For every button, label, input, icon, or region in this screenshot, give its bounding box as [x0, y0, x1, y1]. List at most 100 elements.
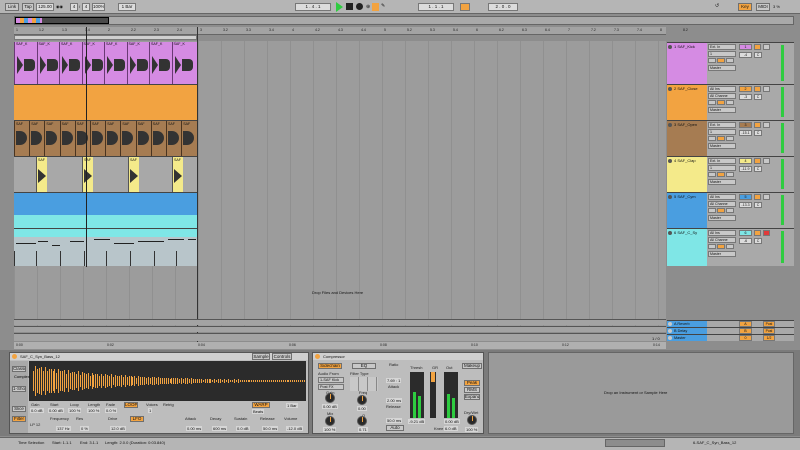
release-comp-value[interactable]: 50.0 ms: [386, 418, 403, 423]
monitor-switch[interactable]: [708, 244, 716, 249]
openhat-clip-area[interactable]: SAF SAF SAF SAF SAF SAF SAF SAF SAF SAF SAF SAF: [14, 120, 197, 156]
sc-q-knob[interactable]: [357, 416, 367, 426]
return-post[interactable]: 1/2: [763, 335, 775, 341]
kick-clip-area[interactable]: SAF_K SAF_K SAF_K SAF_K SAF_K SAF_K SAF_K SAF_K: [14, 42, 197, 84]
filter-toggle[interactable]: Filter: [12, 416, 26, 422]
arm-button[interactable]: [763, 230, 770, 236]
track-header[interactable]: 3 SAF_Open: [667, 120, 707, 156]
monitor-switch[interactable]: [717, 58, 725, 63]
link-button[interactable]: Link: [5, 3, 19, 11]
io-select-input[interactable]: All Ins: [708, 86, 736, 92]
monitor-switch[interactable]: [726, 100, 734, 105]
cymbal-clip[interactable]: [14, 192, 197, 228]
slice-button[interactable]: Slice: [12, 406, 26, 412]
volume-field[interactable]: -11.9: [739, 166, 752, 172]
arm-button[interactable]: [763, 194, 770, 200]
monitor-switch[interactable]: [726, 58, 734, 63]
sidechain-eq-button[interactable]: EQ: [352, 363, 376, 369]
attack-comp-value[interactable]: 2.00 ms: [386, 398, 403, 403]
overview-strip[interactable]: [14, 16, 794, 25]
drive-value[interactable]: 12.0 dB: [110, 426, 126, 431]
track-fold-icon[interactable]: [668, 195, 672, 199]
warp-beats[interactable]: Beats: [252, 409, 265, 414]
volume-field[interactable]: -3: [739, 94, 752, 100]
openhat-clip[interactable]: SAF: [14, 121, 29, 156]
openhat-clip[interactable]: SAF: [90, 121, 105, 156]
monitor-switch[interactable]: [708, 100, 716, 105]
length-value[interactable]: 100 %: [87, 408, 101, 413]
time-ruler[interactable]: 0:00 0:02 0:04 0:06 0:08 0:10 0:12 0:14: [14, 342, 666, 349]
return-fold-icon[interactable]: [668, 329, 672, 333]
follow-icon[interactable]: ↺: [715, 3, 719, 9]
freq-value[interactable]: 137 Hz: [56, 426, 71, 431]
io-page[interactable]: 1 / 0: [652, 336, 660, 341]
decay-value[interactable]: 600 ms: [212, 426, 228, 431]
arm-button[interactable]: [763, 44, 770, 50]
automation-arm-icon[interactable]: [372, 3, 379, 11]
play-icon[interactable]: [336, 2, 343, 12]
synth-clip[interactable]: [14, 228, 197, 266]
monitor-switch[interactable]: [708, 136, 716, 141]
track-number[interactable]: 2: [739, 86, 752, 92]
clap-clip[interactable]: SAF: [36, 157, 47, 192]
track-header[interactable]: 5 SAF_Cym: [667, 192, 707, 228]
expand-button[interactable]: Expand: [464, 394, 480, 400]
solo-button[interactable]: [754, 86, 761, 92]
sc-freq-value[interactable]: 0.00: [357, 406, 367, 411]
voices-value[interactable]: 1: [148, 408, 153, 413]
pan-field[interactable]: C: [754, 202, 762, 208]
openhat-clip[interactable]: SAF: [29, 121, 44, 156]
fade-value[interactable]: 0.0 %: [105, 408, 118, 413]
kick-clip[interactable]: SAF_K: [14, 42, 36, 84]
io-select-out[interactable]: Master: [708, 251, 736, 257]
overdub-icon[interactable]: ⊕: [366, 4, 370, 10]
tempo-field[interactable]: 125.00: [36, 3, 54, 11]
track-fold-icon[interactable]: [668, 45, 672, 49]
monitor-switch[interactable]: [708, 208, 716, 213]
monitor-switch[interactable]: [726, 172, 734, 177]
loop-start-field[interactable]: 1 . 1 . 1: [418, 3, 454, 11]
auto-release-button[interactable]: Auto: [386, 425, 404, 431]
draw-icon[interactable]: ✎: [381, 3, 385, 9]
loop-length-field[interactable]: 2 . 0 . 0: [488, 3, 518, 11]
monitor-switch[interactable]: [717, 172, 725, 177]
classic-mode-button[interactable]: Classic: [12, 366, 26, 372]
return-number[interactable]: 0: [739, 335, 752, 341]
rms-button[interactable]: RMS: [464, 387, 480, 393]
zoom-field[interactable]: 100%: [92, 3, 105, 11]
filter-lp[interactable]: LP 12: [30, 422, 40, 427]
io-select-out[interactable]: Master: [708, 215, 736, 221]
openhat-clip[interactable]: SAF: [135, 121, 151, 156]
waveform-display[interactable]: [29, 361, 306, 401]
kick-clip[interactable]: SAF_K: [36, 42, 59, 84]
monitor-switch[interactable]: [726, 136, 734, 141]
monitor-switch[interactable]: [717, 100, 725, 105]
sc-gain-value[interactable]: 0.00 dB: [322, 404, 338, 409]
monitor-switch[interactable]: [717, 244, 725, 249]
mini-overview[interactable]: [605, 439, 665, 447]
volume-field[interactable]: -6: [739, 238, 752, 244]
io-select-input[interactable]: All Ins: [708, 230, 736, 236]
io-select-out[interactable]: Master: [708, 65, 736, 71]
clap-clip[interactable]: SAF: [82, 157, 93, 192]
monitor-switch[interactable]: [708, 58, 716, 63]
io-select-input[interactable]: Ext. In: [708, 44, 736, 50]
stop-icon[interactable]: [346, 3, 353, 10]
kick-clip[interactable]: SAF_K: [59, 42, 81, 84]
volume-field[interactable]: -15.1: [739, 130, 752, 136]
sidechain-button[interactable]: Sidechain: [318, 363, 342, 369]
kick-clip[interactable]: SAF_K: [149, 42, 171, 84]
track-fold-icon[interactable]: [668, 87, 672, 91]
solo-button[interactable]: [754, 158, 761, 164]
metronome-icon[interactable]: ◉◉: [56, 4, 63, 9]
tap-button[interactable]: Tap: [22, 3, 34, 11]
track-number[interactable]: 6: [739, 230, 752, 236]
song-position-field[interactable]: 1 . 4 . 1: [295, 3, 331, 11]
clap-clip[interactable]: SAF: [172, 157, 183, 192]
track-number[interactable]: 3: [739, 122, 752, 128]
openhat-clip[interactable]: SAF: [166, 121, 181, 156]
io-select-channel[interactable]: All Channe: [708, 237, 736, 243]
volume-field[interactable]: -13.3: [739, 202, 752, 208]
loop-value[interactable]: 100 %: [68, 408, 82, 413]
solo-button[interactable]: [754, 230, 761, 236]
